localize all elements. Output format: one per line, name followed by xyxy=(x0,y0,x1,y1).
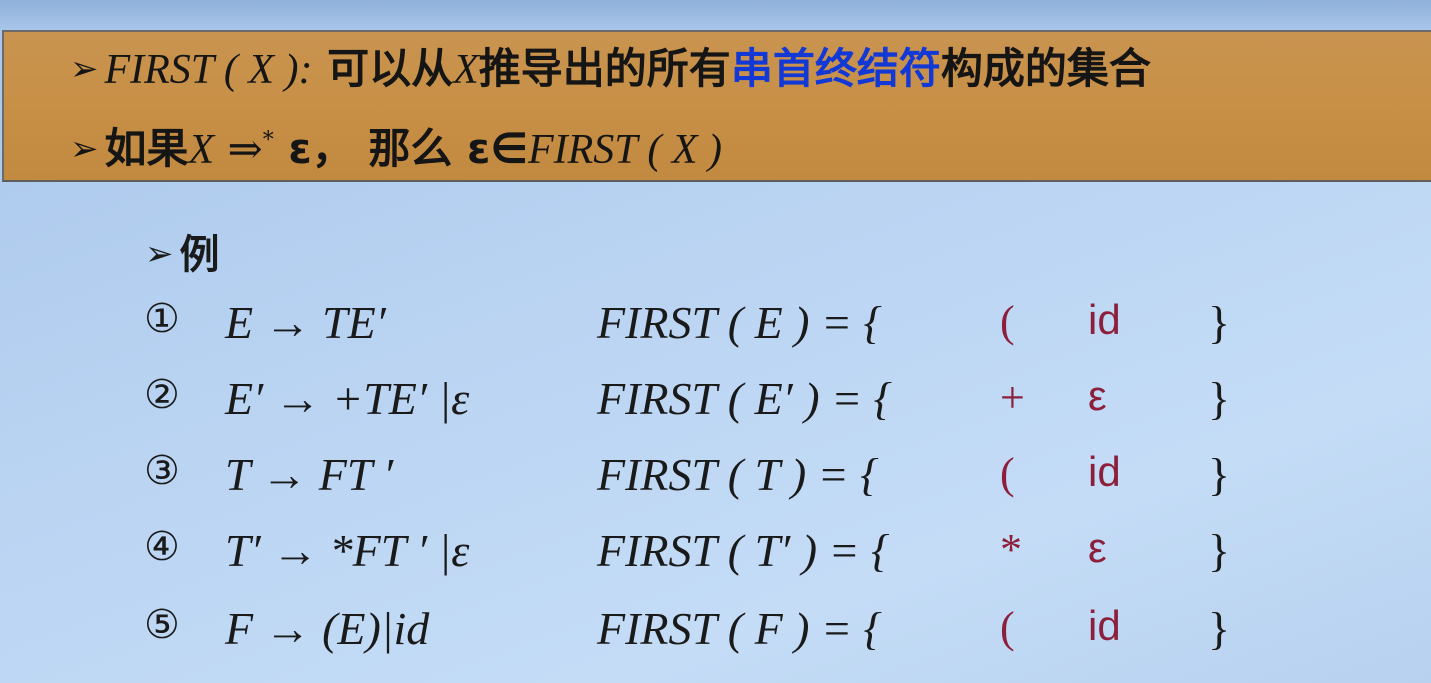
set-close-brace: } xyxy=(1208,449,1231,500)
epsilon-then-text: ε， 那么 ε∈ xyxy=(273,124,528,173)
first-set-label: FIRST ( E′ ) = { xyxy=(597,373,893,424)
example-label: 例 xyxy=(179,232,220,278)
first-set-symbol: ( xyxy=(1000,449,1015,498)
rule-row-5: ⑤ F → (E)|id FIRST ( F ) = { ( id } xyxy=(0,602,1431,662)
definition-line-2: ➢ 如果X ⇒* ε， 那么 ε∈FIRST ( X ) xyxy=(70,127,723,173)
set-close-brace: } xyxy=(1208,297,1231,348)
definition-line-1: ➢ FIRST ( X ): 可以从X推导出的所有串首终结符构成的集合 xyxy=(70,47,1151,93)
star-superscript: * xyxy=(262,128,274,153)
var-x: X xyxy=(188,127,215,173)
bullet-arrow-icon: ➢ xyxy=(145,234,174,274)
rule-number: ⑤ xyxy=(144,602,180,648)
derive-arrow: ⇒ xyxy=(214,124,263,173)
first-set-symbol: ε xyxy=(1088,524,1107,571)
production: T → FT ′ xyxy=(225,449,394,500)
first-set-symbol: id xyxy=(1088,296,1121,343)
first-set-symbol: * xyxy=(1000,525,1022,574)
production: T′ → *FT ′ |ε xyxy=(225,525,470,576)
production: F → (E)|id xyxy=(225,603,430,654)
set-close-brace: } xyxy=(1208,525,1231,576)
rule-number: ② xyxy=(144,372,180,418)
first-set-label: FIRST ( T′ ) = { xyxy=(597,525,890,576)
rule-number: ④ xyxy=(144,524,180,570)
rule-number: ③ xyxy=(144,448,180,494)
first-set-label: FIRST ( F ) = { xyxy=(597,603,882,654)
rule-row-2: ② E′ → +TE′ |ε FIRST ( E′ ) = { + ε } xyxy=(0,372,1431,432)
first-x-term: FIRST ( X ) xyxy=(528,127,723,173)
top-band xyxy=(0,0,1431,30)
first-set-label: FIRST ( E ) = { xyxy=(597,297,882,348)
definition-text-before: 可以从 xyxy=(312,44,454,93)
set-close-brace: } xyxy=(1208,373,1231,424)
first-set-symbol: ( xyxy=(1000,297,1015,346)
if-text: 如果 xyxy=(104,124,189,173)
rule-row-4: ④ T′ → *FT ′ |ε FIRST ( T′ ) = { * ε } xyxy=(0,524,1431,584)
rule-row-3: ③ T → FT ′ FIRST ( T ) = { ( id } xyxy=(0,448,1431,508)
first-set-symbol: ε xyxy=(1088,372,1107,419)
first-set-symbol: id xyxy=(1088,602,1121,649)
highlight-term: 串首终结符 xyxy=(730,44,941,93)
set-close-brace: } xyxy=(1208,603,1231,654)
first-set-label: FIRST ( T ) = { xyxy=(597,449,879,500)
definition-text-after: 构成的集合 xyxy=(940,44,1151,93)
bullet-arrow-icon: ➢ xyxy=(70,129,99,169)
first-x-term: FIRST ( X ): xyxy=(104,47,313,93)
first-set-symbol: ( xyxy=(1000,603,1015,652)
var-x: X xyxy=(453,47,479,93)
first-set-symbol: + xyxy=(1000,373,1025,422)
rule-number: ① xyxy=(144,296,180,342)
production: E → TE′ xyxy=(225,297,386,348)
production: E′ → +TE′ |ε xyxy=(225,373,470,424)
first-set-symbol: id xyxy=(1088,448,1121,495)
bullet-arrow-icon: ➢ xyxy=(70,49,99,89)
rule-row-1: ① E → TE′ FIRST ( E ) = { ( id } xyxy=(0,296,1431,356)
example-heading: ➢ 例 xyxy=(145,222,220,280)
definition-text-mid: 推导出的所有 xyxy=(478,44,731,93)
